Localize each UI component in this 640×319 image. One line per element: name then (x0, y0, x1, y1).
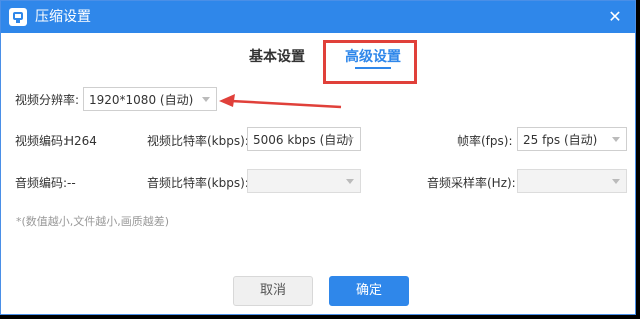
resolution-value: 1920*1080 (自动) (89, 93, 194, 107)
framerate-select[interactable]: 25 fps (自动) (517, 127, 627, 151)
resolution-label: 视频分辨率: (15, 93, 80, 107)
audio-codec-value: -- (67, 176, 76, 190)
resolution-select[interactable]: 1920*1080 (自动) (83, 87, 217, 111)
annotation-arrow (219, 94, 342, 109)
audio-bitrate-select[interactable] (247, 169, 361, 193)
tab-basic-settings[interactable]: 基本设置 (249, 47, 305, 75)
close-icon[interactable]: ✕ (605, 7, 625, 27)
framerate-value: 25 fps (自动) (523, 133, 598, 147)
video-codec-value: H264 (65, 134, 97, 148)
video-bitrate-value: 5006 kbps (自动) (253, 133, 353, 147)
chevron-down-icon (612, 179, 620, 184)
annotation-highlight-box (323, 40, 417, 84)
title-bar: 压缩设置 ✕ (1, 1, 635, 33)
video-codec-label: 视频编码: (15, 134, 68, 148)
chevron-down-icon (202, 97, 210, 102)
video-bitrate-select[interactable]: 5006 kbps (自动) (247, 127, 361, 151)
chevron-down-icon (612, 137, 620, 142)
audio-samplerate-label: 音频采样率(Hz): (427, 176, 516, 190)
chevron-down-icon (346, 137, 354, 142)
audio-bitrate-label: 音频比特率(kbps): (147, 176, 249, 190)
quality-hint-note: *(数值越小,文件越小,画质越差) (16, 215, 170, 228)
tab-bar: 基本设置 高级设置 (1, 47, 635, 77)
chevron-down-icon (346, 179, 354, 184)
ok-button[interactable]: 确定 (329, 276, 409, 306)
framerate-label: 帧率(fps): (457, 134, 513, 148)
cancel-button[interactable]: 取消 (233, 276, 313, 306)
compress-settings-dialog: 压缩设置 ✕ 基本设置 高级设置 视频分辨率: 1920*1080 (自动) 视… (0, 0, 636, 315)
audio-codec-label: 音频编码: (15, 176, 68, 190)
video-bitrate-label: 视频比特率(kbps): (147, 134, 249, 148)
app-logo-icon (9, 8, 27, 26)
audio-samplerate-select[interactable] (517, 169, 627, 193)
window-title: 压缩设置 (35, 9, 91, 25)
